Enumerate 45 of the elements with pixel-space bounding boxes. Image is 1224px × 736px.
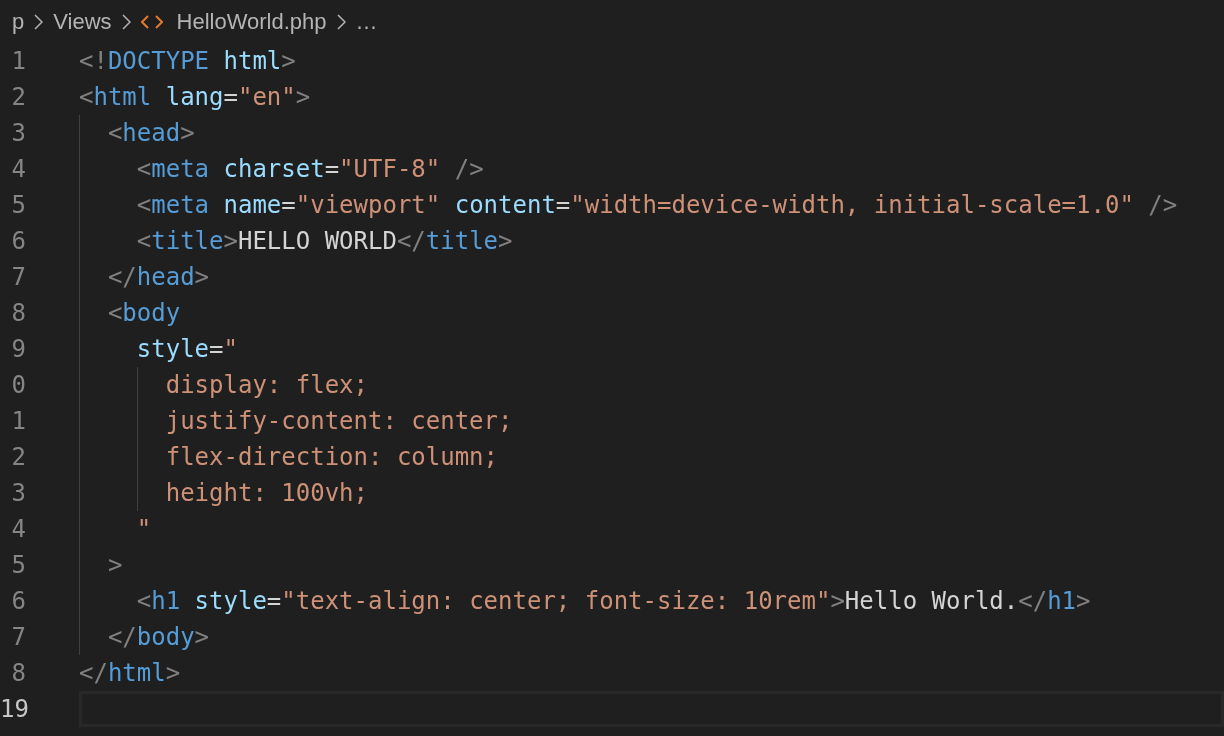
line-number: 19	[0, 695, 26, 723]
chevron-right-icon	[34, 13, 44, 30]
code-line: >	[107, 551, 123, 579]
code-line: <body	[107, 299, 181, 327]
code-line: <html lang="en">	[79, 83, 311, 111]
line-number: 6	[10, 587, 26, 615]
code-brackets-icon	[140, 13, 163, 30]
line-number: 1	[10, 407, 26, 435]
code-line: justify-content: center;	[165, 407, 513, 435]
line-number: 3	[10, 119, 26, 147]
code-line: <head>	[107, 119, 195, 147]
code-line: height: 100vh;	[165, 479, 368, 507]
code-line: <meta name="viewport" content="width=device-width, initial-scale=1.0" />	[136, 191, 1178, 219]
code-line: <meta charset="UTF-8" />	[136, 155, 484, 183]
line-number: 5	[10, 191, 26, 219]
chevron-right-icon	[336, 13, 346, 30]
line-number: 2	[10, 443, 26, 471]
line-number: 9	[10, 335, 26, 363]
code-line: style="	[136, 335, 238, 363]
code-line: <!DOCTYPE html>	[79, 47, 296, 75]
line-number: 4	[10, 155, 26, 183]
code-line: </html>	[79, 659, 181, 687]
line-number: 2	[10, 83, 26, 111]
line-number: 4	[10, 515, 26, 543]
code-line: </body>	[107, 623, 210, 651]
line-number: 7	[10, 263, 26, 291]
chevron-right-icon	[121, 13, 131, 30]
breadcrumb-file[interactable]: HelloWorld.php	[176, 8, 327, 35]
breadcrumb-folder[interactable]: p	[12, 8, 25, 35]
line-number: 6	[10, 227, 26, 255]
code-line: "	[136, 515, 152, 543]
line-number: 7	[10, 623, 26, 651]
code-line: flex-direction: column;	[165, 443, 499, 471]
line-number: 8	[10, 659, 26, 687]
breadcrumb-more[interactable]: …	[355, 8, 378, 35]
code-line: <h1 style="text-align: center; font-size: 10rem">Hello World.</h1>	[136, 587, 1091, 615]
line-number: 0	[10, 371, 26, 399]
code-line: <title>HELLO WORLD</title>	[136, 227, 513, 255]
code-line: </head>	[107, 263, 210, 291]
line-number: 3	[10, 479, 26, 507]
breadcrumb-folder[interactable]: Views	[53, 8, 112, 35]
line-number: 5	[10, 551, 26, 579]
code-line: display: flex;	[165, 371, 368, 399]
line-number: 8	[10, 299, 26, 327]
line-number: 1	[10, 47, 26, 75]
